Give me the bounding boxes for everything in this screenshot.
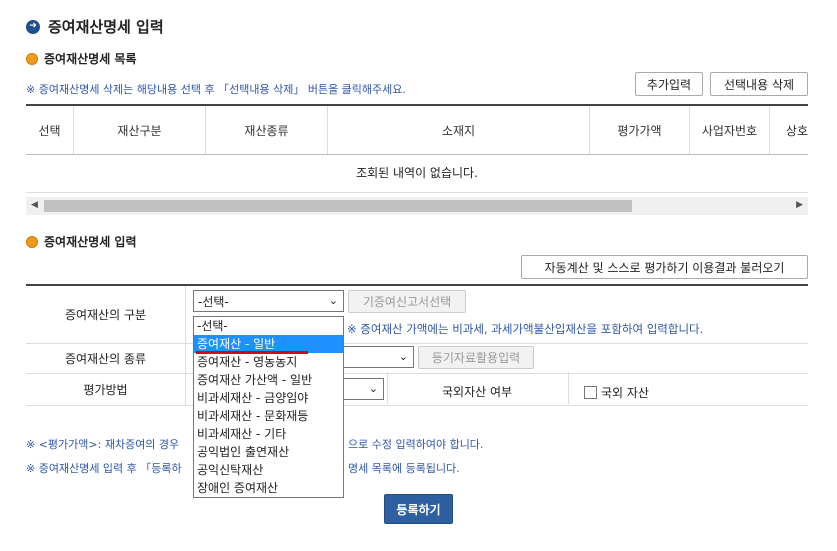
- register-notice-start: ※ 증여재산명세 입력 후 「등록하: [26, 462, 182, 475]
- load-results-button[interactable]: 자동계산 및 스스로 평가하기 이용결과 불러오기: [521, 255, 808, 279]
- dropdown-option[interactable]: 공익신탁재산: [194, 461, 343, 479]
- col-category: 재산구분: [74, 106, 206, 154]
- red-underline-annotation: [196, 351, 308, 354]
- list-section-title-text: 증여재산명세 목록: [44, 52, 137, 66]
- scroll-right-icon[interactable]: ▶: [796, 200, 803, 210]
- method-row: 평가방법: [26, 374, 808, 406]
- bullet-icon: [26, 235, 38, 248]
- category-select-value: -선택-: [198, 294, 229, 309]
- dropdown-option[interactable]: 비과세재산 - 금양임야: [194, 389, 343, 407]
- delete-notice: ※ 증여재산명세 삭제는 해당내용 선택 후 「선택내용 삭제」 버튼을 클릭해…: [26, 83, 406, 96]
- col-kind: 재산종류: [206, 106, 328, 154]
- page-title: ➜ 증여재산명세 입력: [26, 16, 164, 37]
- category-dropdown-list: -선택- 증여재산 - 일반 증여재산 - 영농농지 증여재산 가산액 - 일반…: [193, 316, 344, 498]
- chevron-down-icon: ⌄: [368, 382, 378, 395]
- registry-data-button[interactable]: 등기자료활용입력: [418, 346, 534, 369]
- chevron-down-icon: ⌄: [328, 294, 338, 307]
- dropdown-option[interactable]: 비과세재산 - 기타: [194, 425, 343, 443]
- category-label: 증여재산의 구분: [26, 286, 186, 343]
- list-section-title: 증여재산명세 목록: [26, 50, 137, 67]
- col-location: 소재지: [328, 106, 590, 154]
- category-select[interactable]: -선택- ⌄: [193, 290, 344, 312]
- list-table-header: 선택 재산구분 재산종류 소재지 평가가액 사업자번호 상호: [26, 104, 808, 155]
- col-value: 평가가액: [590, 106, 690, 154]
- method-label: 평가방법: [26, 374, 186, 405]
- dropdown-option[interactable]: 장애인 증여재산: [194, 479, 343, 497]
- add-input-button[interactable]: 추가입력: [635, 72, 703, 96]
- col-business-number: 사업자번호: [690, 106, 770, 154]
- arrow-circle-icon: ➜: [26, 19, 40, 34]
- dropdown-option[interactable]: -선택-: [194, 317, 343, 335]
- prev-report-select-button[interactable]: 기증여신고서선택: [348, 290, 466, 313]
- input-section-title: 증여재산명세 입력: [26, 233, 137, 250]
- kind-label: 증여재산의 종류: [26, 344, 186, 373]
- dropdown-option[interactable]: 비과세재산 - 문화재등: [194, 407, 343, 425]
- value-notice-start: ※ <평가가액>: 재차증여의 경우: [26, 438, 180, 451]
- empty-message: 조회된 내역이 없습니다.: [26, 152, 808, 193]
- input-section-title-text: 증여재산명세 입력: [44, 235, 137, 249]
- col-company-name: 상호: [785, 123, 808, 138]
- bullet-icon: [26, 52, 38, 65]
- column-divider: [568, 372, 569, 404]
- scroll-left-icon[interactable]: ◀: [31, 200, 38, 210]
- delete-selected-button[interactable]: 선택내용 삭제: [710, 72, 808, 96]
- dropdown-option[interactable]: 증여재산 가산액 - 일반: [194, 371, 343, 389]
- col-select: 선택: [26, 106, 74, 154]
- page-title-text: 증여재산명세 입력: [48, 18, 164, 36]
- scrollbar-thumb[interactable]: [44, 200, 632, 212]
- register-button[interactable]: 등록하기: [384, 494, 453, 524]
- checkbox-icon[interactable]: [584, 386, 597, 399]
- chevron-down-icon: ⌄: [398, 350, 408, 363]
- category-notice: ※ 증여재산 가액에는 비과세, 과세가액불산입재산을 포함하여 입력합니다.: [347, 322, 704, 336]
- foreign-asset-checkbox-label: 국외 자산: [601, 386, 649, 400]
- kind-row: 증여재산의 종류: [26, 344, 808, 374]
- value-notice-end: 으로 수정 입력하여야 합니다.: [348, 438, 484, 451]
- dropdown-option[interactable]: 증여재산 - 영농농지: [194, 353, 343, 371]
- dropdown-option[interactable]: 공익법인 출연재산: [194, 443, 343, 461]
- foreign-asset-label: 국외자산 여부: [442, 385, 513, 399]
- foreign-asset-checkbox[interactable]: 국외 자산: [584, 384, 649, 401]
- register-notice-end: 명세 목록에 등록됩니다.: [348, 462, 460, 475]
- horizontal-scrollbar[interactable]: ◀ ▶: [26, 197, 808, 215]
- column-divider: [387, 372, 388, 404]
